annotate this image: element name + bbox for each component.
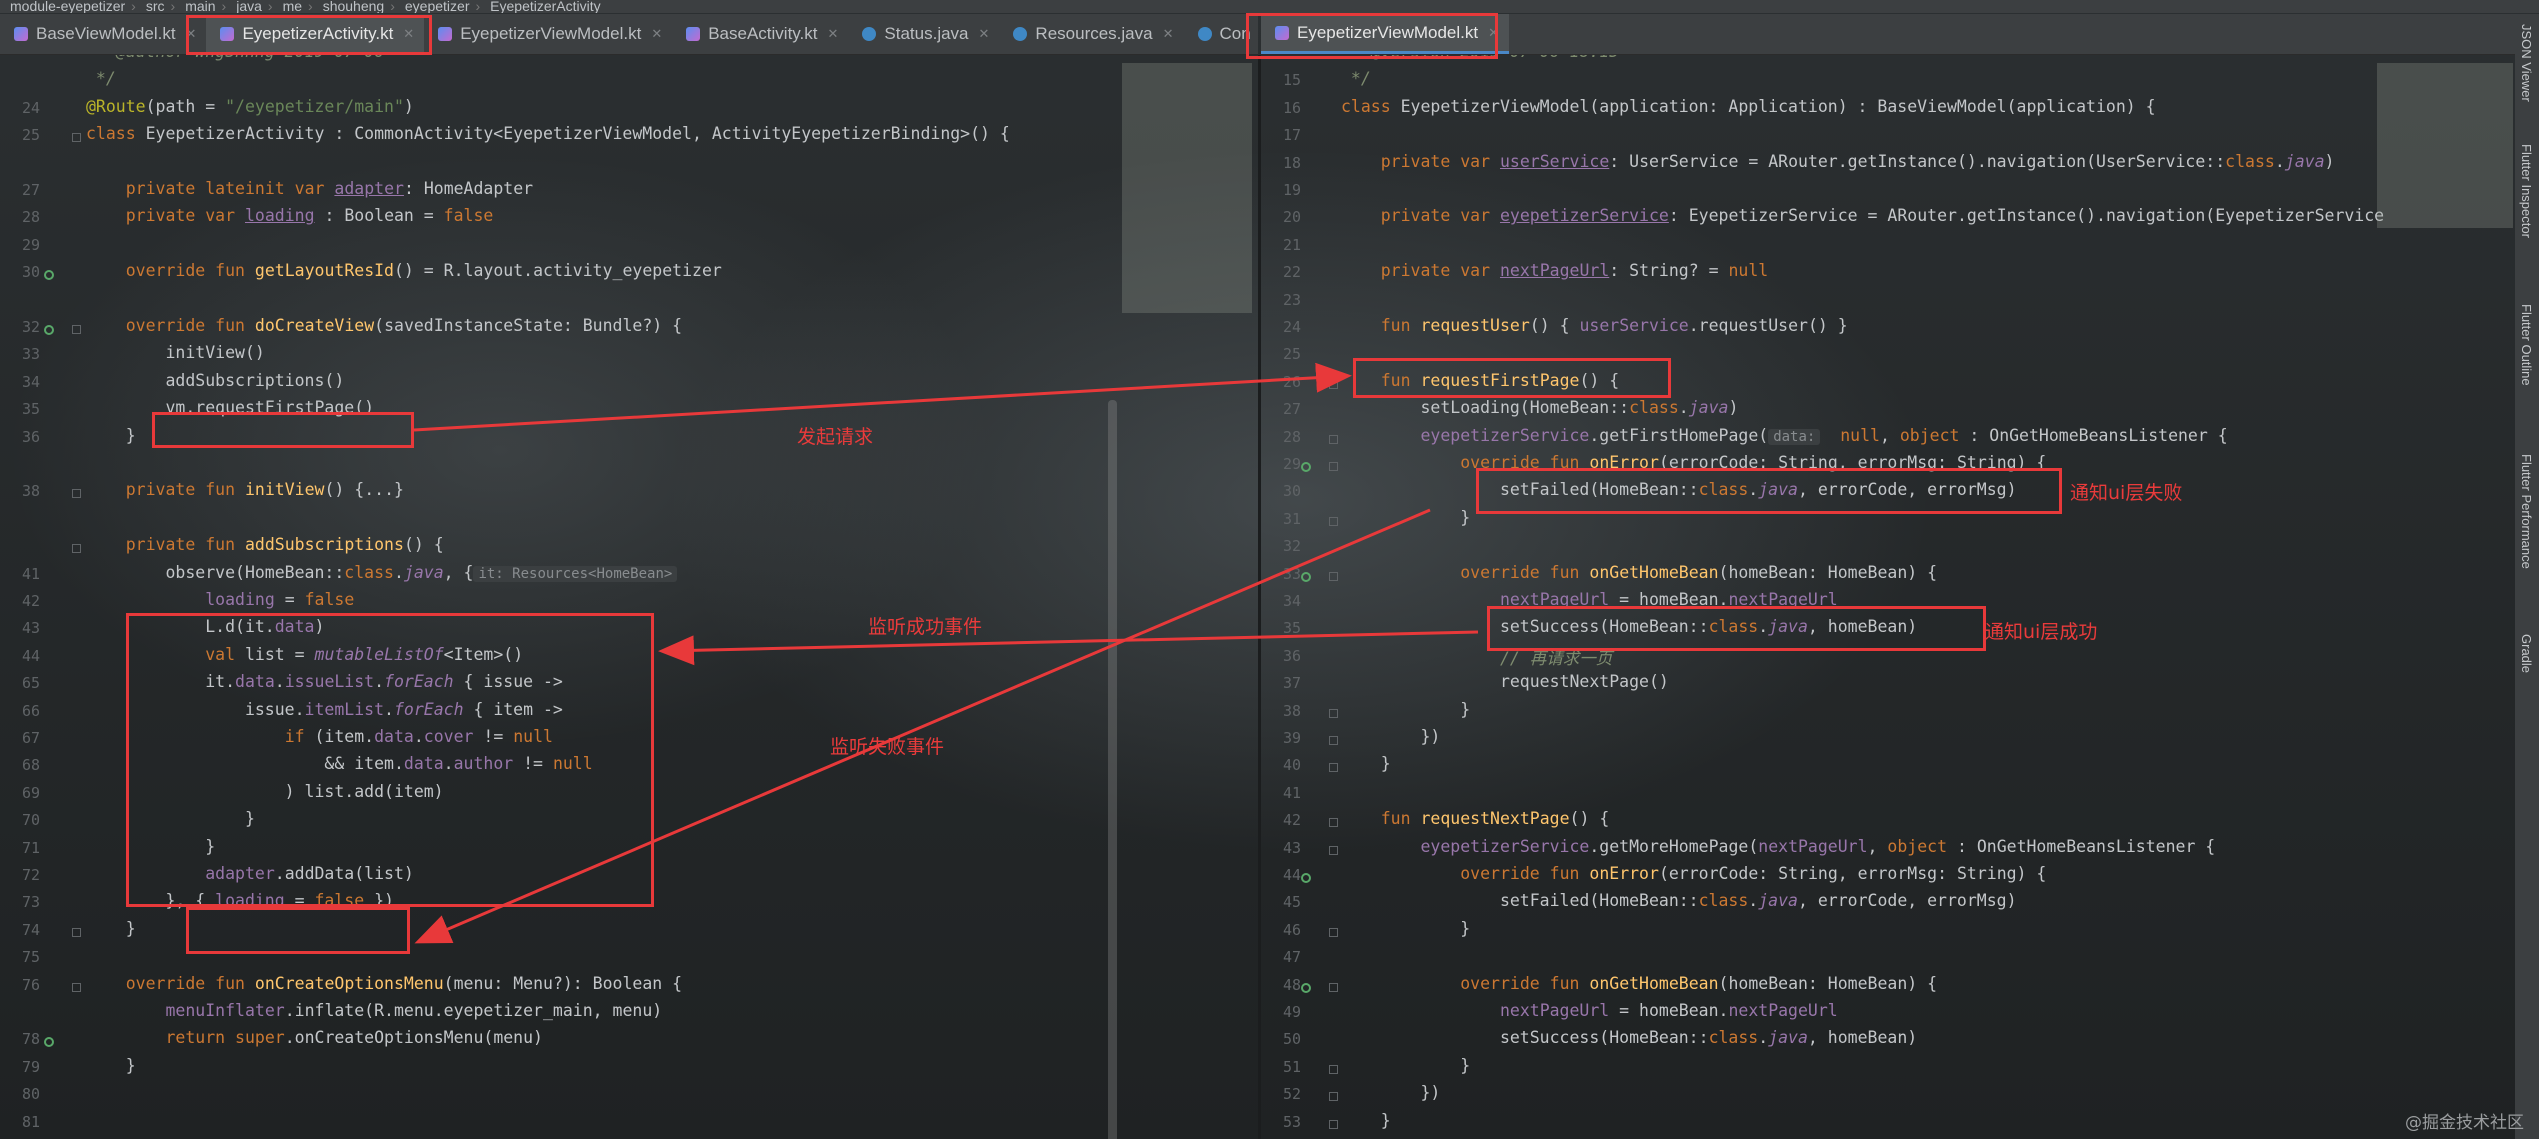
watermark: @掘金技术社区 (2405, 1113, 2524, 1133)
arrow-setsuccess-to-observer (658, 630, 1479, 666)
arrow-to-requestfirstpage (413, 362, 1352, 432)
arrow-setfailed-to-lambda (414, 508, 1431, 944)
annotation-arrows (413, 362, 1479, 944)
